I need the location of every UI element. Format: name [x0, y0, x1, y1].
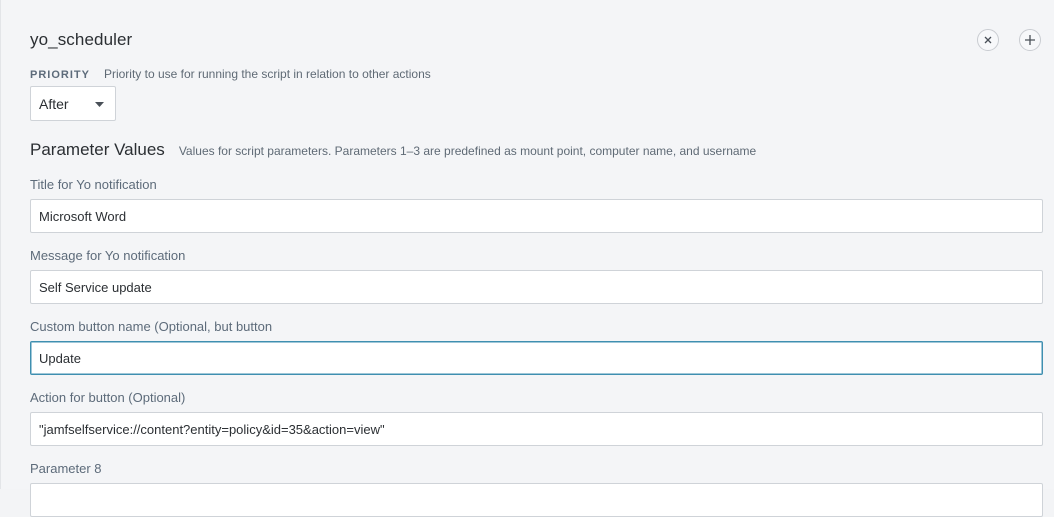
button-action-input[interactable]: "jamfselfservice://content?entity=policy… [30, 412, 1043, 446]
yo-message-value: Self Service update [39, 280, 152, 295]
yo-title-value: Microsoft Word [39, 209, 127, 224]
custom-button-value: Update [39, 351, 81, 366]
parameter-values-title: Parameter Values [30, 140, 165, 159]
custom-button-input[interactable]: Update [30, 341, 1043, 375]
yo-message-input[interactable]: Self Service update [30, 270, 1043, 304]
parameter-8-input[interactable] [30, 483, 1043, 517]
add-script-button[interactable] [1019, 29, 1041, 51]
priority-help-text: Priority to use for running the script i… [103, 67, 431, 81]
button-action-value: "jamfselfservice://content?entity=policy… [39, 422, 385, 437]
priority-label: PRIORITY [30, 69, 90, 81]
script-panel: yo_scheduler PRIORITY Priority to use fo… [0, 0, 1054, 517]
field-label-button-action: Action for button (Optional) [30, 390, 186, 405]
priority-select[interactable]: After [30, 86, 116, 121]
yo-title-input[interactable]: Microsoft Word [30, 199, 1043, 233]
caret-down-icon [95, 102, 104, 107]
plus-icon [1025, 35, 1035, 45]
priority-selected-value: After [39, 96, 69, 112]
field-label-yo-title: Title for Yo notification [30, 177, 157, 192]
field-label-parameter-8: Parameter 8 [30, 461, 102, 476]
close-icon [984, 36, 992, 44]
priority-row: PRIORITY Priority to use for running the… [30, 67, 431, 81]
field-label-custom-button: Custom button name (Optional, but button [30, 319, 273, 334]
parameter-values-header: Parameter Values Values for script param… [30, 140, 756, 160]
field-label-yo-message: Message for Yo notification [30, 248, 186, 263]
remove-script-button[interactable] [977, 29, 999, 51]
script-title: yo_scheduler [30, 30, 133, 49]
parameter-values-help: Values for script parameters. Parameters… [178, 144, 757, 158]
